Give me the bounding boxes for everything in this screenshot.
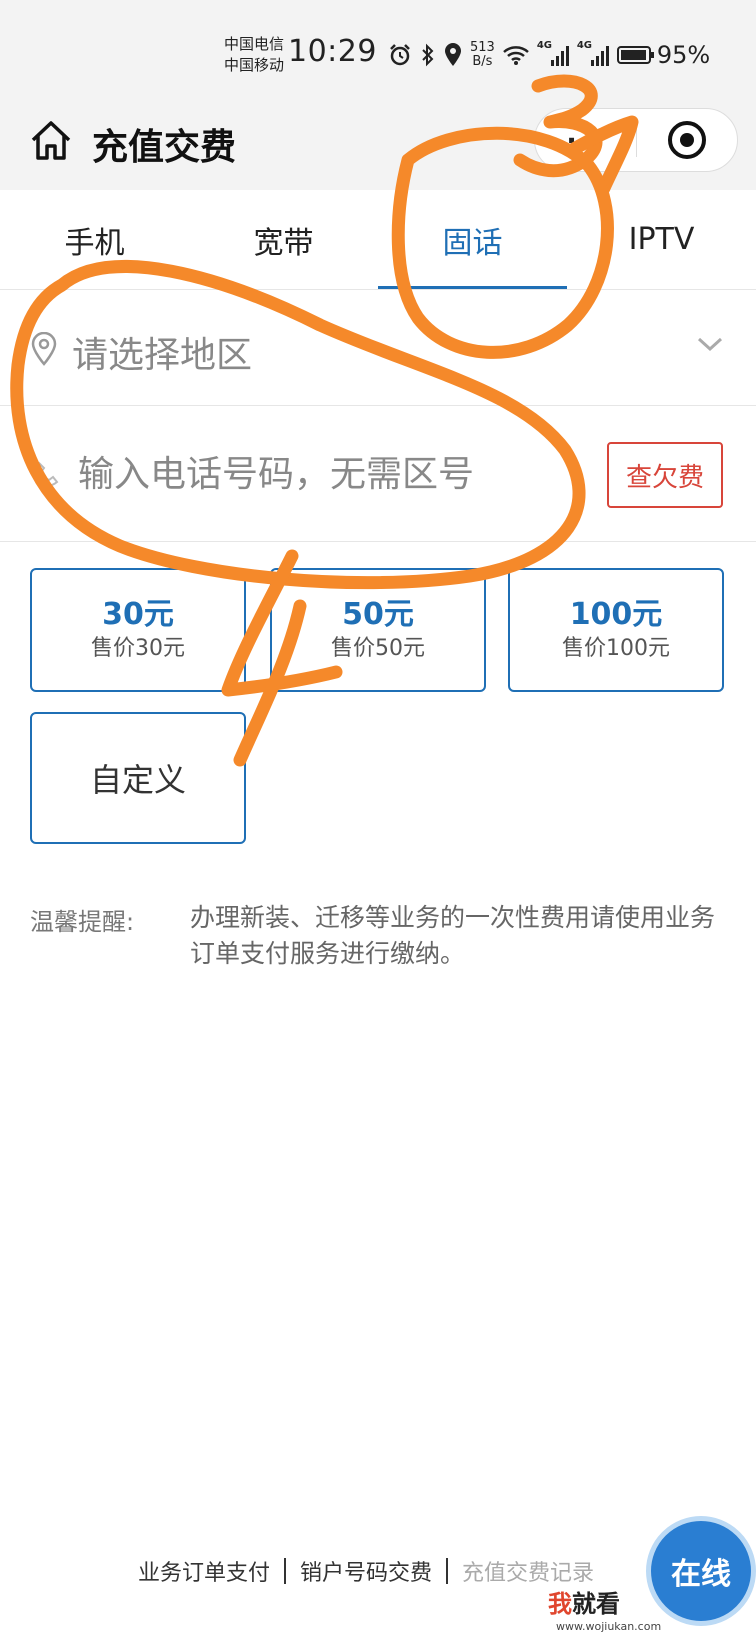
signal-2-icon: 4G — [577, 40, 609, 66]
phone-icon — [33, 461, 59, 487]
online-service-button[interactable]: 在线 — [646, 1516, 756, 1626]
tip-label: 温馨提醒: — [30, 908, 135, 936]
footer-divider — [284, 1558, 287, 1584]
tab-iptv[interactable]: IPTV — [567, 190, 756, 289]
phone-row: 查欠费 — [0, 406, 756, 542]
carrier-2: 中国移动 — [224, 56, 285, 74]
network-2-type: 4G — [576, 40, 592, 51]
amount-price: 售价100元 — [562, 636, 670, 661]
mini-program-capsule: ··· — [534, 108, 738, 172]
amount-value: 50元 — [342, 597, 414, 632]
amount-price: 售价30元 — [91, 636, 185, 661]
carrier-info: 中国电信 中国移动 — [224, 34, 284, 76]
amount-value: 100元 — [569, 597, 663, 632]
custom-amount-label: 自定义 — [89, 761, 186, 799]
watermark-accent: 我 — [548, 1590, 572, 1618]
carrier-1: 中国电信 — [224, 35, 285, 53]
signal-1-icon: 4G — [537, 40, 569, 66]
query-arrears-button[interactable]: 查欠费 — [607, 442, 723, 508]
location-pin-icon — [31, 332, 57, 366]
net-speed: 513 B/s — [470, 41, 495, 69]
amount-value: 30元 — [102, 597, 174, 632]
status-bar: 中国电信 中国移动 10:29 513 B/s 4G 4G 95% — [0, 0, 756, 100]
amount-price: 售价50元 — [331, 636, 425, 661]
battery-icon — [616, 46, 654, 64]
amount-option-30[interactable]: 30元 售价30元 — [30, 568, 246, 692]
network-1-type: 4G — [536, 40, 552, 51]
page-header: 充值交费 ··· — [0, 100, 756, 190]
battery: 95% — [616, 41, 711, 69]
amount-option-50[interactable]: 50元 售价50元 — [270, 568, 486, 692]
footer-divider — [446, 1558, 449, 1584]
battery-percent: 95% — [656, 41, 711, 69]
status-icons: 513 B/s 4G 4G 95% — [388, 40, 710, 70]
tip-text: 办理新装、迁移等业务的一次性费用请使用业务订单支付服务进行缴纳。 — [190, 903, 716, 968]
clock: 10:29 — [288, 34, 377, 69]
region-select[interactable]: 请选择地区 — [0, 290, 756, 406]
tab-mobile[interactable]: 手机 — [0, 190, 189, 289]
order-payment-link[interactable]: 业务订单支付 — [138, 1555, 270, 1587]
chevron-down-icon — [697, 337, 723, 352]
tab-broadband[interactable]: 宽带 — [189, 190, 378, 289]
bluetooth-icon — [422, 43, 434, 67]
closed-account-payment-link[interactable]: 销户号码交费 — [300, 1555, 432, 1587]
region-placeholder: 请选择地区 — [72, 335, 253, 376]
battery-fill — [620, 50, 646, 60]
tab-landline[interactable]: 固话 — [378, 190, 567, 289]
home-icon[interactable] — [28, 118, 74, 164]
close-button[interactable] — [637, 109, 738, 171]
more-button[interactable]: ··· — [535, 109, 636, 171]
service-tabs: 手机 宽带 固话 IPTV — [0, 190, 756, 290]
watermark-logo: 我就看 — [548, 1584, 620, 1619]
target-icon — [667, 121, 706, 159]
amount-option-100[interactable]: 100元 售价100元 — [508, 568, 724, 692]
alarm-icon — [390, 44, 410, 66]
net-speed-unit: B/s — [472, 54, 493, 69]
payment-records-link[interactable]: 充值交费记录 — [462, 1555, 594, 1587]
watermark-url: www.wojiukan.com — [556, 1620, 662, 1633]
net-speed-value: 513 — [470, 40, 495, 55]
wifi-icon — [502, 46, 529, 65]
page-title: 充值交费 — [92, 127, 237, 168]
custom-amount-button[interactable]: 自定义 — [30, 712, 246, 844]
phone-number-input[interactable] — [78, 444, 478, 504]
watermark-text: 就看 — [572, 1590, 620, 1618]
location-icon — [445, 43, 461, 66]
footer-links: 业务订单支付 销户号码交费 充值交费记录 — [0, 1548, 756, 1594]
